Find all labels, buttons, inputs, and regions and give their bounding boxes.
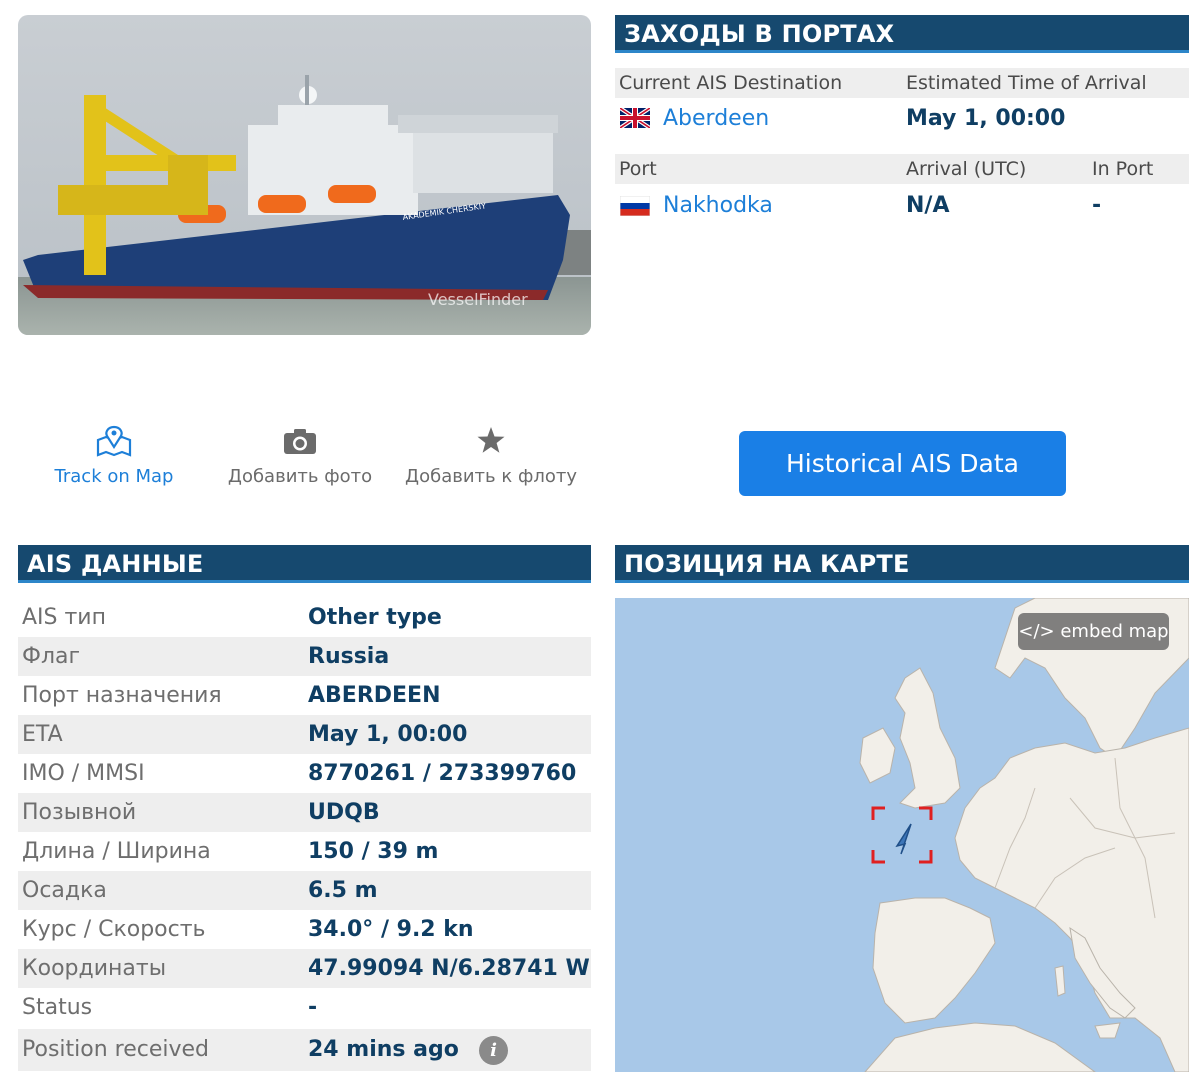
ais-value: Other type [308,605,442,630]
ais-row-callsign: Позывной UDQB [18,793,591,832]
ais-row-coordinates: Координаты 47.99094 N/6.28741 W [18,949,591,988]
ais-key: Position received [22,1037,210,1062]
map-position-header: ПОЗИЦИЯ НА КАРТЕ [615,545,1189,583]
port-link[interactable]: Nakhodka [663,191,773,221]
ais-value: May 1, 00:00 [308,722,468,747]
map-position-title: ПОЗИЦИЯ НА КАРТЕ [624,550,910,578]
info-icon[interactable]: i [479,1036,508,1065]
ais-row-eta: ETA May 1, 00:00 [18,715,591,754]
ais-value: 150 / 39 m [308,839,439,864]
position-map[interactable]: </> embed map [615,598,1189,1072]
ais-value: 24 mins ago [308,1037,459,1062]
port-label: Port [619,158,657,180]
watermark: VesselFinder [428,290,528,309]
ais-row-draught: Осадка 6.5 m [18,871,591,910]
gb-flag-icon [620,108,650,128]
port-calls-header: ЗАХОДЫ В ПОРТАХ [615,15,1189,53]
ais-row-course-speed: Курс / Скорость 34.0° / 9.2 kn [18,910,591,949]
ais-value: ABERDEEN [308,683,441,708]
add-photo-label: Добавить фото [227,466,373,487]
arrival-value: N/A [906,193,950,218]
port-calls-title: ЗАХОДЫ В ПОРТАХ [624,20,895,48]
ais-key: Координаты [22,956,167,981]
ais-key: AIS тип [22,605,106,630]
in-port-value: - [1092,193,1102,218]
ais-key: Позывной [22,800,137,825]
ais-row-dimensions: Длина / Ширина 150 / 39 m [18,832,591,871]
ais-key: IMO / MMSI [22,761,145,786]
camera-icon [284,429,316,454]
ais-value: UDQB [308,800,380,825]
ais-key: ETA [22,722,63,747]
ais-value: 8770261 / 273399760 [308,761,577,786]
ais-value: 34.0° / 9.2 kn [308,917,474,942]
ais-data-header: AIS ДАННЫЕ [18,545,591,583]
ais-key: Status [22,995,93,1020]
in-port-label: In Port [1092,158,1154,180]
ais-key: Флаг [22,644,81,669]
ais-value: - [308,995,318,1020]
eta-value: May 1, 00:00 [906,106,1066,131]
arrival-label: Arrival (UTC) [906,158,1027,180]
ais-row-status: Status - [18,988,591,1027]
ais-key: Курс / Скорость [22,917,206,942]
destination-label: Current AIS Destination [619,72,843,94]
ais-row-type: AIS тип Other type [18,598,591,637]
add-to-fleet-button[interactable]: Добавить к флоту [405,424,577,488]
map-canvas [615,598,1189,1072]
embed-map-button[interactable]: </> embed map [1018,613,1169,650]
eta-label: Estimated Time of Arrival [906,72,1147,94]
ais-key: Длина / Ширина [22,839,211,864]
track-on-map-label: Track on Map [54,466,174,487]
track-on-map-button[interactable]: Track on Map [48,424,180,488]
ais-value: 47.99094 N/6.28741 W [308,956,590,981]
map-pin-icon [96,425,132,457]
ais-row-position-received: Position received 24 mins ago i [18,1029,591,1071]
star-icon [477,427,505,453]
ais-value: 6.5 m [308,878,378,903]
ship-photo-image: AKADEMIK CHERSKIY VesselFinder [18,15,591,335]
ais-value: Russia [308,644,390,669]
ship-photo[interactable]: AKADEMIK CHERSKIY VesselFinder [18,15,591,335]
ais-row-imo-mmsi: IMO / MMSI 8770261 / 273399760 [18,754,591,793]
ais-key: Порт назначения [22,683,222,708]
ais-key: Осадка [22,878,107,903]
add-to-fleet-label: Добавить к флоту [405,466,577,487]
ais-row-destination: Порт назначения ABERDEEN [18,676,591,715]
historical-ais-data-button[interactable]: Historical AIS Data [739,431,1066,496]
add-photo-button[interactable]: Добавить фото [225,424,375,488]
ais-data-title: AIS ДАННЫЕ [27,550,204,578]
ais-row-flag: Флаг Russia [18,637,591,676]
ru-flag-icon [620,196,650,216]
destination-link[interactable]: Aberdeen [663,104,769,134]
